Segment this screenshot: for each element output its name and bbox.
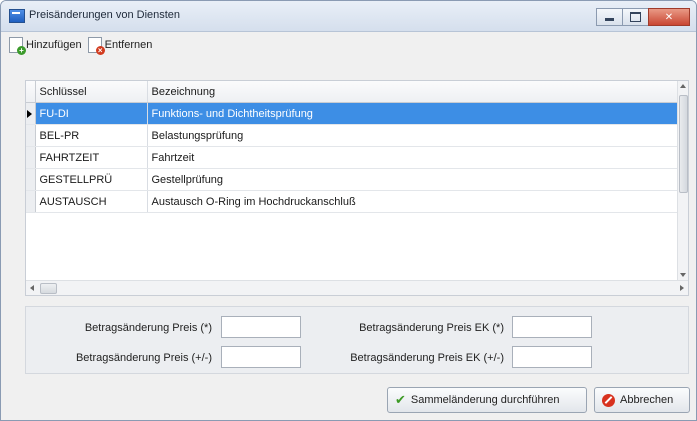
table-header-row: Schlüssel Bezeichnung: [26, 81, 679, 103]
price-pct-label: Betragsänderung Preis (*): [84, 322, 212, 334]
minimize-icon: [605, 18, 614, 21]
cell-name[interactable]: Gestellprüfung: [147, 168, 679, 191]
services-table: Schlüssel Bezeichnung FU-DI Funktions- u…: [26, 81, 679, 213]
remove-button-label: Entfernen: [104, 39, 153, 51]
app-icon: [9, 9, 25, 23]
price-abs-label: Betragsänderung Preis (+/-): [75, 352, 212, 364]
ek-abs-input[interactable]: [512, 346, 592, 368]
toolbar: + Hinzufügen × Entfernen: [9, 35, 152, 55]
column-header-name[interactable]: Bezeichnung: [147, 81, 679, 103]
window-title: Preisänderungen von Diensten: [29, 9, 181, 21]
minimize-button[interactable]: [596, 8, 623, 26]
horizontal-scroll-thumb[interactable]: [40, 283, 57, 294]
horizontal-scrollbar[interactable]: [26, 280, 688, 295]
add-button-label: Hinzufügen: [26, 39, 82, 51]
scroll-up-icon[interactable]: [680, 84, 686, 88]
add-document-icon: +: [9, 37, 26, 55]
dialog-window: Preisänderungen von Diensten ✕ + Hinzufü…: [0, 0, 697, 421]
cell-name[interactable]: Austausch O-Ring im Hochdruckanschluß: [147, 190, 679, 213]
row-indicator: [26, 190, 36, 213]
scroll-left-icon[interactable]: [30, 285, 34, 291]
row-indicator: [26, 146, 36, 169]
apply-button-label: Sammeländerung durchführen: [410, 394, 560, 406]
maximize-icon: [630, 12, 641, 22]
apply-bulk-change-button[interactable]: ✔ Sammeländerung durchführen: [387, 387, 587, 413]
current-row-indicator: [26, 102, 36, 125]
ek-pct-input[interactable]: [512, 316, 592, 338]
cell-key[interactable]: FAHRTZEIT: [35, 146, 148, 169]
cancel-icon: [602, 393, 615, 407]
cell-name[interactable]: Fahrtzeit: [147, 146, 679, 169]
vertical-scroll-thumb[interactable]: [679, 95, 688, 193]
row-indicator: [26, 124, 36, 147]
cell-name[interactable]: Funktions- und Dichtheitsprüfung: [147, 102, 679, 125]
checkmark-icon: ✔: [395, 392, 406, 407]
scroll-right-icon[interactable]: [680, 285, 684, 291]
ek-abs-label: Betragsänderung Preis EK (+/-): [350, 352, 504, 364]
row-indicator: [26, 168, 36, 191]
remove-button[interactable]: × Entfernen: [87, 37, 153, 55]
vertical-scrollbar[interactable]: [677, 81, 688, 280]
table-row[interactable]: AUSTAUSCH Austausch O-Ring im Hochdrucka…: [26, 190, 679, 213]
services-grid: Schlüssel Bezeichnung FU-DI Funktions- u…: [25, 80, 689, 296]
cell-key[interactable]: BEL-PR: [35, 124, 148, 147]
price-abs-input[interactable]: [221, 346, 301, 368]
column-header-key[interactable]: Schlüssel: [35, 81, 148, 103]
maximize-button[interactable]: [622, 8, 649, 26]
current-row-arrow-icon: [27, 109, 32, 118]
price-pct-input[interactable]: [221, 316, 301, 338]
add-button[interactable]: + Hinzufügen: [9, 37, 82, 55]
remove-document-icon: ×: [87, 37, 105, 55]
cell-key[interactable]: GESTELLPRÜ: [35, 168, 148, 191]
table-row[interactable]: BEL-PR Belastungsprüfung: [26, 124, 679, 147]
window-controls: ✕: [596, 8, 690, 26]
title-bar[interactable]: Preisänderungen von Diensten ✕: [1, 1, 696, 32]
row-indicator-header: [26, 81, 36, 103]
scroll-down-icon[interactable]: [680, 273, 686, 277]
cell-name[interactable]: Belastungsprüfung: [147, 124, 679, 147]
cancel-button-label: Abbrechen: [620, 394, 674, 406]
table-row[interactable]: FAHRTZEIT Fahrtzeit: [26, 146, 679, 169]
price-change-form: Betragsänderung Preis (*) Betragsänderun…: [25, 306, 689, 374]
table-row[interactable]: FU-DI Funktions- und Dichtheitsprüfung: [26, 102, 679, 125]
table-row[interactable]: GESTELLPRÜ Gestellprüfung: [26, 168, 679, 191]
cell-key[interactable]: FU-DI: [35, 102, 148, 125]
cell-key[interactable]: AUSTAUSCH: [35, 190, 148, 213]
close-button[interactable]: ✕: [648, 8, 690, 26]
close-icon: ✕: [664, 11, 674, 23]
ek-pct-label: Betragsänderung Preis EK (*): [359, 322, 504, 334]
cancel-button[interactable]: Abbrechen: [594, 387, 690, 413]
